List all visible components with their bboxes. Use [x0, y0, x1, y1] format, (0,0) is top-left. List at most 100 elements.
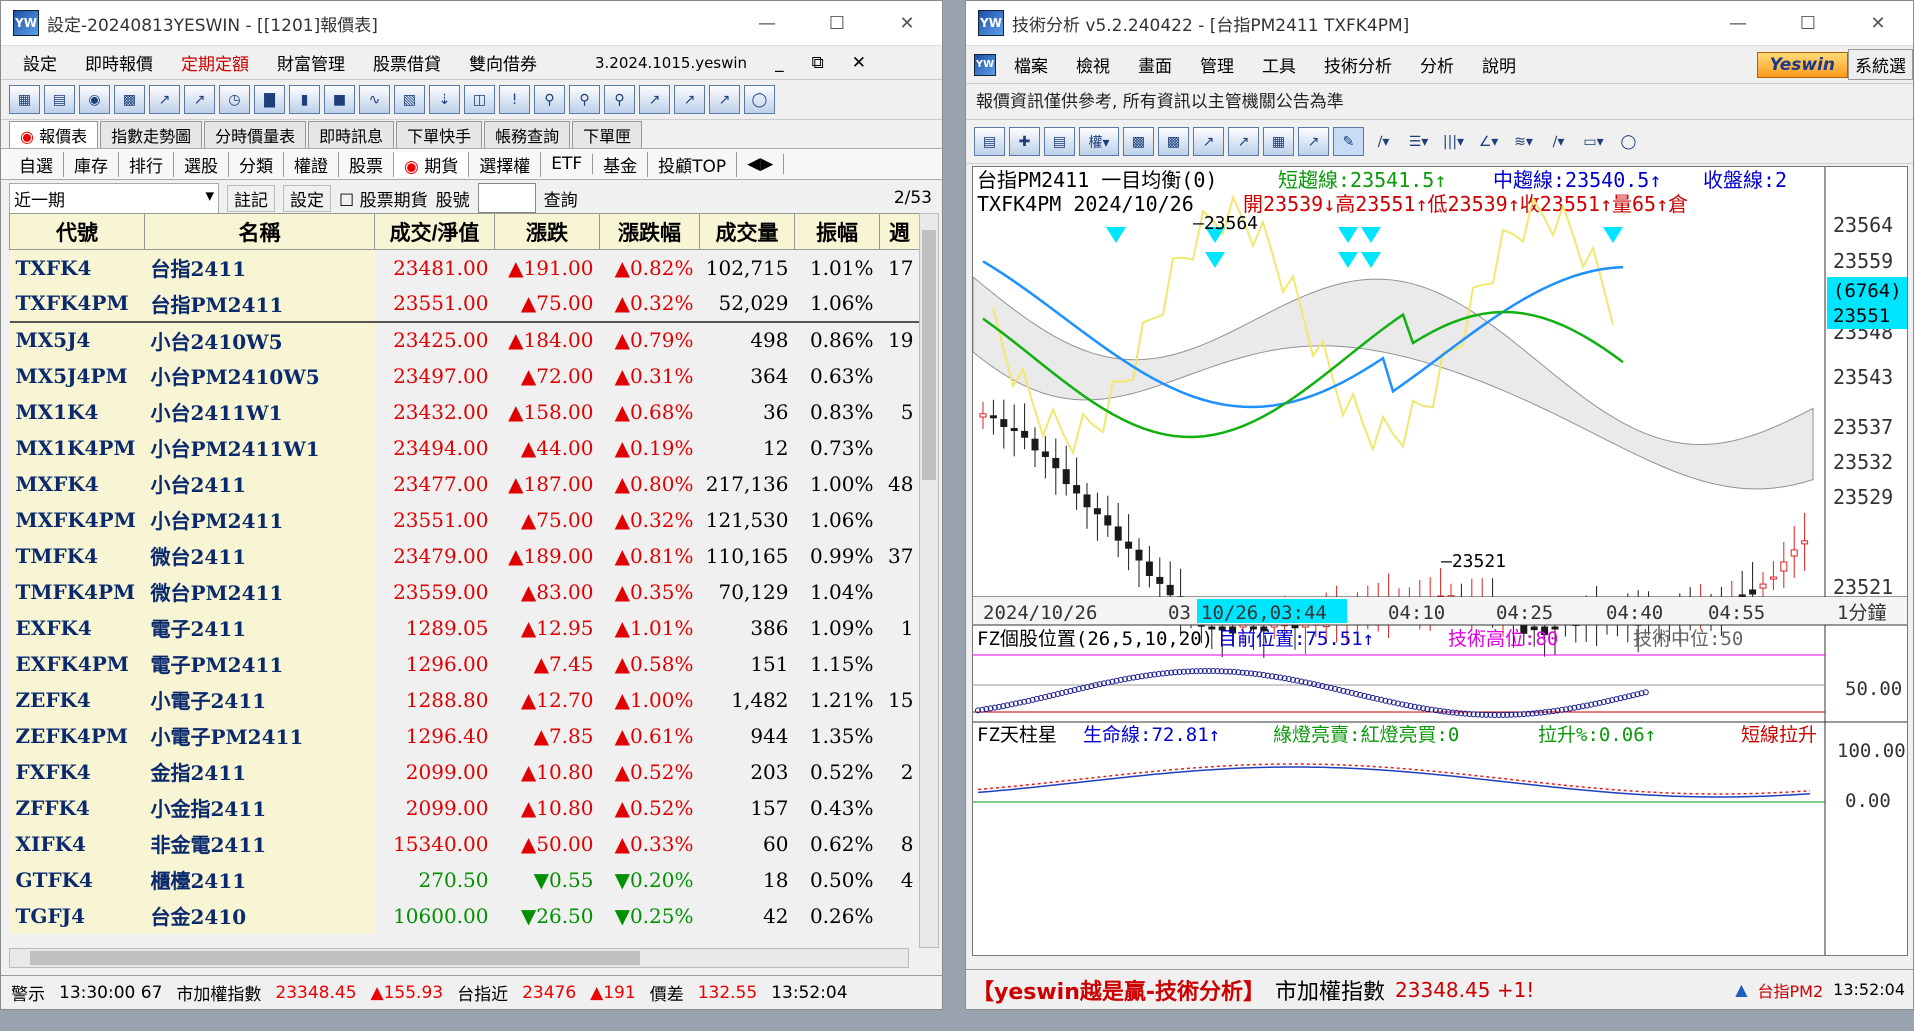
- brand-system[interactable]: 系統選: [1848, 49, 1913, 80]
- search-icon[interactable]: ⚲: [534, 85, 565, 114]
- menu-item[interactable]: 股票借貸: [359, 50, 455, 75]
- menu-item[interactable]: 檢視: [1062, 52, 1124, 77]
- fan-tool-icon[interactable]: ∠▾: [1473, 127, 1504, 156]
- column-header[interactable]: 漲跌: [494, 213, 600, 250]
- period-select[interactable]: 近一期 ▾: [9, 182, 219, 214]
- rectangle-tool-icon[interactable]: ▭▾: [1578, 127, 1609, 156]
- table-row[interactable]: TXFK4PM 台指PM2411 23551.00 ▲75.00 ▲0.32% 52,02…: [9, 285, 920, 323]
- line-chart-icon[interactable]: ↗: [1298, 127, 1329, 156]
- menu-item[interactable]: 說明: [1468, 52, 1530, 77]
- minimize-button[interactable]: —: [732, 13, 802, 34]
- subtab[interactable]: ETF: [541, 154, 594, 174]
- menu-item[interactable]: 定期定額: [167, 50, 263, 75]
- quote-tab[interactable]: 台指PM2: [1758, 978, 1824, 1002]
- menu-item[interactable]: 檔案: [1000, 52, 1062, 77]
- table-row[interactable]: MX1K4 小台2411W1 23432.00 ▲158.00 ▲0.68% 36 0.83…: [9, 393, 920, 430]
- weight-button[interactable]: 權▾: [1079, 127, 1119, 156]
- maximize-button[interactable]: ☐: [1773, 13, 1843, 34]
- subtab[interactable]: 排行: [119, 151, 174, 177]
- column-header[interactable]: 成交/淨值: [374, 213, 495, 250]
- toolbar-btn-icon[interactable]: ▧: [394, 85, 425, 114]
- circle-tool-icon[interactable]: ◯: [1613, 127, 1644, 156]
- chart-icon[interactable]: ↗: [674, 85, 705, 114]
- table-row[interactable]: ZEFK4 小電子2411 1288.80 ▲12.70 ▲1.00% 1,482 1.21…: [9, 681, 920, 718]
- vertical-scrollbar[interactable]: [919, 213, 939, 948]
- line-tool-icon[interactable]: ∕▾: [1368, 127, 1399, 156]
- scroll-thumb[interactable]: [30, 951, 640, 965]
- subtab[interactable]: 股票: [339, 151, 394, 177]
- table-row[interactable]: MXFK4PM 小台PM2411 23551.00 ▲75.00 ▲0.32% 121,5…: [9, 501, 920, 538]
- toolbar-btn-icon[interactable]: ▤: [44, 85, 75, 114]
- subtab[interactable]: 自選: [9, 151, 64, 177]
- tab-quote[interactable]: ◉ 報價表: [9, 121, 99, 148]
- clock-icon[interactable]: ◷: [219, 85, 250, 114]
- window-icon[interactable]: ▤: [1044, 127, 1075, 156]
- mdi-close-button[interactable]: ✕: [838, 53, 880, 73]
- wave-icon[interactable]: ∿: [359, 85, 390, 114]
- mouse-icon[interactable]: ◯: [744, 85, 775, 114]
- alert-icon[interactable]: !: [499, 85, 530, 114]
- channel-tool-icon[interactable]: ≋▾: [1508, 127, 1539, 156]
- minimize-button[interactable]: —: [1703, 13, 1773, 34]
- chart-panel[interactable]: 台指PM2411 一目均衡(0) 短趨線:23541.5↑ 中趨線:23540.5↑…: [972, 166, 1908, 956]
- search-icon[interactable]: ⚲: [604, 85, 635, 114]
- candlestick-chart[interactable]: 台指PM2411 一目均衡(0) 短趨線:23541.5↑ 中趨線:23540.5↑…: [973, 167, 1907, 955]
- chart-icon[interactable]: ↗: [639, 85, 670, 114]
- table-row[interactable]: TGFJ4 台金2410 10600.00 ▼26.50 ▼0.25% 42 0.26%: [9, 897, 920, 934]
- menu-item[interactable]: 工具: [1248, 52, 1310, 77]
- setting-button[interactable]: 設定: [283, 184, 331, 212]
- tab-time-price[interactable]: 分時價量表: [204, 121, 307, 148]
- chart-icon[interactable]: ▩: [1123, 127, 1154, 156]
- tab-quick-order[interactable]: 下單快手: [396, 121, 483, 148]
- parallel-tool-icon[interactable]: ∕▾: [1543, 127, 1574, 156]
- note-button[interactable]: 註記: [227, 184, 275, 212]
- table-row[interactable]: ZFFK4 小金指2411 2099.00 ▲10.80 ▲0.52% 157 0.43%: [9, 789, 920, 826]
- column-header[interactable]: 代號: [9, 213, 145, 250]
- table-row[interactable]: GTFK4 櫃檯2411 270.50 ▼0.55 ▼0.20% 18 0.50% 4: [9, 861, 920, 898]
- table-row[interactable]: ZEFK4PM 小電子PM2411 1296.40 ▲7.85 ▲0.61% 944 1.3…: [9, 717, 920, 754]
- color-icon[interactable]: ▤: [974, 127, 1005, 156]
- column-header[interactable]: 成交量: [699, 213, 795, 250]
- subtab[interactable]: 基金: [593, 151, 649, 177]
- line-chart-icon[interactable]: ↗: [1193, 127, 1224, 156]
- toolbar-btn-icon[interactable]: ◉: [79, 85, 110, 114]
- crosshair-icon[interactable]: ✚: [1009, 127, 1040, 156]
- download-icon[interactable]: ⇣: [429, 85, 460, 114]
- table-row[interactable]: EXFK4 電子2411 1289.05 ▲12.95 ▲1.01% 386 1.09% 1: [9, 609, 920, 646]
- candle-icon[interactable]: ▮: [289, 85, 320, 114]
- tab-index-chart[interactable]: 指數走勢圖: [100, 121, 203, 148]
- menu-item[interactable]: 分析: [1406, 52, 1468, 77]
- toolbar-btn-icon[interactable]: ■: [324, 85, 355, 114]
- bars-tool-icon[interactable]: |||▾: [1438, 127, 1469, 156]
- menu-item[interactable]: 財富管理: [263, 50, 359, 75]
- folder-icon[interactable]: ◫: [464, 85, 495, 114]
- subtab[interactable]: 分類: [229, 151, 284, 177]
- menu-item[interactable]: 設定: [9, 50, 71, 75]
- table-row[interactable]: MXFK4 小台2411 23477.00 ▲187.00 ▲0.80% 217,136 1…: [9, 465, 920, 502]
- mdi-restore-button[interactable]: ⧉: [798, 53, 838, 73]
- menu-item[interactable]: 管理: [1186, 52, 1248, 77]
- column-header[interactable]: 漲跌幅: [599, 213, 700, 250]
- toolbar-btn-icon[interactable]: ▩: [114, 85, 145, 114]
- grid-icon[interactable]: ▦: [1263, 127, 1294, 156]
- table-row[interactable]: TXFK4 台指2411 23481.00 ▲191.00 ▲0.82% 102,715 1…: [9, 249, 920, 286]
- close-button[interactable]: ✕: [1843, 13, 1913, 34]
- column-header[interactable]: 振幅: [794, 213, 880, 250]
- chart-icon[interactable]: ↗: [149, 85, 180, 114]
- subtab[interactable]: 投顧TOP: [648, 151, 738, 177]
- table-row[interactable]: EXFK4PM 電子PM2411 1296.00 ▲7.45 ▲0.58% 151 1.15…: [9, 645, 920, 682]
- menu-item[interactable]: 畫面: [1124, 52, 1186, 77]
- maximize-button[interactable]: ☐: [802, 13, 872, 34]
- scroll-arrows-icon[interactable]: ◀▶: [737, 154, 785, 174]
- mdi-minimize-button[interactable]: _: [761, 53, 798, 73]
- tab-order-box[interactable]: 下單匣: [572, 121, 643, 148]
- column-header[interactable]: 週: [879, 213, 920, 250]
- chart-icon[interactable]: ↗: [709, 85, 740, 114]
- subtab-futures[interactable]: ◉ 期貨: [394, 151, 470, 177]
- tab-news[interactable]: 即時訊息: [308, 121, 395, 148]
- subtab[interactable]: 庫存: [64, 151, 119, 177]
- scroll-thumb[interactable]: [922, 230, 936, 480]
- table-row[interactable]: TMFK4 微台2411 23479.00 ▲189.00 ▲0.81% 110,165 0…: [9, 537, 920, 574]
- table-row[interactable]: MX5J4 小台2410W5 23425.00 ▲184.00 ▲0.79% 498 0.8…: [9, 321, 920, 358]
- menu-item[interactable]: 即時報價: [71, 50, 167, 75]
